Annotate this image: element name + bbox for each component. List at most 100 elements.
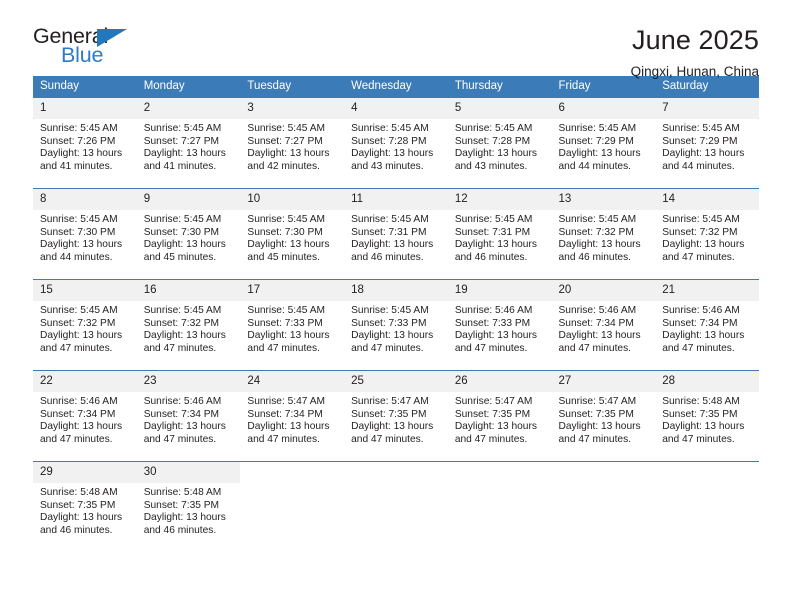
calendar-day-cell[interactable]: 21 Sunrise: 5:46 AM Sunset: 7:34 PM Dayli… xyxy=(655,278,759,361)
calendar-day-cell-empty xyxy=(655,460,759,543)
day-number: 27 xyxy=(551,370,656,393)
calendar-day-cell[interactable]: 25 Sunrise: 5:47 AM Sunset: 7:35 PM Dayli… xyxy=(344,369,448,452)
week-spacer-cell xyxy=(33,178,759,189)
calendar-day-cell[interactable]: 16 Sunrise: 5:45 AM Sunset: 7:32 PM Dayli… xyxy=(136,278,241,361)
calendar-week-row: 22 Sunrise: 5:46 AM Sunset: 7:34 PM Dayli… xyxy=(33,369,759,452)
weekday-header-wednesday: Wednesday xyxy=(344,76,448,98)
calendar-day-cell[interactable]: 17 Sunrise: 5:45 AM Sunset: 7:33 PM Dayli… xyxy=(240,278,345,361)
weekday-header-monday: Monday xyxy=(136,76,241,98)
day-sun-info: Sunrise: 5:47 AM Sunset: 7:35 PM Dayligh… xyxy=(351,396,434,446)
day-sun-info: Sunrise: 5:47 AM Sunset: 7:35 PM Dayligh… xyxy=(454,396,537,446)
calendar-day-cell[interactable]: 30 Sunrise: 5:48 AM Sunset: 7:35 PM Dayli… xyxy=(136,460,241,543)
calendar-day-cell[interactable]: 20 Sunrise: 5:46 AM Sunset: 7:34 PM Dayli… xyxy=(551,278,656,361)
week-spacer xyxy=(33,360,759,371)
calendar-day-cell-empty xyxy=(447,460,552,543)
week-spacer xyxy=(33,269,759,280)
day-sun-info: Sunrise: 5:45 AM Sunset: 7:30 PM Dayligh… xyxy=(247,214,330,264)
day-sun-info xyxy=(448,482,552,486)
calendar-day-cell[interactable]: 14 Sunrise: 5:45 AM Sunset: 7:32 PM Dayli… xyxy=(655,187,759,270)
day-number: 11 xyxy=(344,188,448,211)
calendar-page: General Blue June 2025 Qingxi, Hunan, Ch… xyxy=(0,0,792,612)
calendar-day-cell[interactable]: 11 Sunrise: 5:45 AM Sunset: 7:31 PM Dayli… xyxy=(344,187,448,270)
day-number: 14 xyxy=(655,188,759,211)
calendar-day-cell[interactable]: 28 Sunrise: 5:48 AM Sunset: 7:35 PM Dayli… xyxy=(655,369,759,452)
day-sun-info: Sunrise: 5:45 AM Sunset: 7:31 PM Dayligh… xyxy=(454,214,537,264)
day-sun-info: Sunrise: 5:45 AM Sunset: 7:30 PM Dayligh… xyxy=(40,214,123,264)
sunrise-sunset-calendar: Sunday Monday Tuesday Wednesday Thursday… xyxy=(33,76,759,543)
day-number: 21 xyxy=(655,279,759,302)
day-number: 19 xyxy=(447,279,552,302)
day-sun-info: Sunrise: 5:45 AM Sunset: 7:31 PM Dayligh… xyxy=(351,214,434,264)
calendar-day-cell[interactable]: 9 Sunrise: 5:45 AM Sunset: 7:30 PM Daylig… xyxy=(136,187,241,270)
calendar-day-cell[interactable]: 24 Sunrise: 5:47 AM Sunset: 7:34 PM Dayli… xyxy=(240,369,345,452)
calendar-day-cell[interactable]: 19 Sunrise: 5:46 AM Sunset: 7:33 PM Dayli… xyxy=(447,278,552,361)
location-subtitle: Qingxi, Hunan, China xyxy=(630,63,759,79)
calendar-day-cell[interactable]: 5 Sunrise: 5:45 AM Sunset: 7:28 PM Daylig… xyxy=(447,97,552,179)
day-number xyxy=(551,461,656,482)
weekday-header-sunday: Sunday xyxy=(33,76,137,98)
day-number: 15 xyxy=(33,279,137,302)
week-spacer xyxy=(33,178,759,189)
calendar-day-cell[interactable]: 12 Sunrise: 5:45 AM Sunset: 7:31 PM Dayli… xyxy=(447,187,552,270)
calendar-day-cell[interactable]: 8 Sunrise: 5:45 AM Sunset: 7:30 PM Daylig… xyxy=(33,187,137,270)
calendar-day-cell[interactable]: 23 Sunrise: 5:46 AM Sunset: 7:34 PM Dayli… xyxy=(136,369,241,452)
day-sun-info: Sunrise: 5:46 AM Sunset: 7:34 PM Dayligh… xyxy=(558,305,641,355)
day-sun-info xyxy=(344,482,448,486)
day-number: 8 xyxy=(33,188,137,211)
calendar-day-cell[interactable]: 22 Sunrise: 5:46 AM Sunset: 7:34 PM Dayli… xyxy=(33,369,137,452)
day-number: 13 xyxy=(551,188,656,211)
day-number: 6 xyxy=(551,97,656,120)
calendar-day-cell[interactable]: 15 Sunrise: 5:45 AM Sunset: 7:32 PM Dayli… xyxy=(33,278,137,361)
calendar-day-cell[interactable]: 2 Sunrise: 5:45 AM Sunset: 7:27 PM Daylig… xyxy=(136,97,241,179)
day-sun-info xyxy=(552,482,656,486)
day-sun-info: Sunrise: 5:45 AM Sunset: 7:29 PM Dayligh… xyxy=(558,123,641,173)
calendar-day-cell[interactable]: 3 Sunrise: 5:45 AM Sunset: 7:27 PM Daylig… xyxy=(240,97,345,179)
calendar-day-cell[interactable]: 18 Sunrise: 5:45 AM Sunset: 7:33 PM Dayli… xyxy=(344,278,448,361)
calendar-week-row: 8 Sunrise: 5:45 AM Sunset: 7:30 PM Daylig… xyxy=(33,187,759,270)
day-number: 17 xyxy=(240,279,345,302)
weekday-header-tuesday: Tuesday xyxy=(240,76,345,98)
calendar-day-cell[interactable]: 6 Sunrise: 5:45 AM Sunset: 7:29 PM Daylig… xyxy=(551,97,656,179)
day-sun-info: Sunrise: 5:45 AM Sunset: 7:33 PM Dayligh… xyxy=(351,305,434,355)
day-number: 10 xyxy=(240,188,345,211)
calendar-day-cell[interactable]: 10 Sunrise: 5:45 AM Sunset: 7:30 PM Dayli… xyxy=(240,187,345,270)
calendar-day-cell[interactable]: 26 Sunrise: 5:47 AM Sunset: 7:35 PM Dayli… xyxy=(447,369,552,452)
calendar-day-cell[interactable]: 1 Sunrise: 5:45 AM Sunset: 7:26 PM Daylig… xyxy=(33,97,137,179)
calendar-day-cell[interactable]: 29 Sunrise: 5:48 AM Sunset: 7:35 PM Dayli… xyxy=(33,460,137,543)
day-number xyxy=(655,461,759,482)
title-block: June 2025 Qingxi, Hunan, China xyxy=(630,25,759,80)
day-number: 9 xyxy=(136,188,241,211)
day-number: 12 xyxy=(447,188,552,211)
calendar-day-cell[interactable]: 4 Sunrise: 5:45 AM Sunset: 7:28 PM Daylig… xyxy=(344,97,448,179)
page-title: June 2025 xyxy=(631,25,759,55)
day-sun-info: Sunrise: 5:46 AM Sunset: 7:34 PM Dayligh… xyxy=(40,396,123,446)
day-sun-info: Sunrise: 5:45 AM Sunset: 7:30 PM Dayligh… xyxy=(143,214,226,264)
day-sun-info: Sunrise: 5:47 AM Sunset: 7:35 PM Dayligh… xyxy=(558,396,641,446)
day-number: 23 xyxy=(136,370,241,393)
calendar-body: 1 Sunrise: 5:45 AM Sunset: 7:26 PM Daylig… xyxy=(33,97,759,543)
day-number xyxy=(447,461,552,482)
calendar-day-cell-empty xyxy=(240,460,345,543)
day-sun-info: Sunrise: 5:45 AM Sunset: 7:26 PM Dayligh… xyxy=(40,123,123,173)
day-sun-info xyxy=(655,482,759,486)
logo-text-blue: Blue xyxy=(61,43,104,67)
day-sun-info: Sunrise: 5:48 AM Sunset: 7:35 PM Dayligh… xyxy=(40,487,123,537)
day-sun-info xyxy=(240,482,344,486)
day-number: 28 xyxy=(655,370,759,393)
calendar-day-cell[interactable]: 27 Sunrise: 5:47 AM Sunset: 7:35 PM Dayli… xyxy=(551,369,656,452)
day-number: 5 xyxy=(447,97,552,120)
calendar-day-cell[interactable]: 13 Sunrise: 5:45 AM Sunset: 7:32 PM Dayli… xyxy=(551,187,656,270)
day-sun-info: Sunrise: 5:45 AM Sunset: 7:33 PM Dayligh… xyxy=(247,305,330,355)
general-blue-logo[interactable]: General Blue xyxy=(33,25,139,72)
day-sun-info: Sunrise: 5:47 AM Sunset: 7:34 PM Dayligh… xyxy=(247,396,330,446)
calendar-week-row: 29 Sunrise: 5:48 AM Sunset: 7:35 PM Dayli… xyxy=(33,460,759,543)
day-number: 4 xyxy=(344,97,448,120)
day-number: 26 xyxy=(447,370,552,393)
calendar-week-row: 1 Sunrise: 5:45 AM Sunset: 7:26 PM Daylig… xyxy=(33,97,759,179)
day-sun-info: Sunrise: 5:45 AM Sunset: 7:28 PM Dayligh… xyxy=(454,123,537,173)
calendar-day-cell-empty xyxy=(344,460,448,543)
day-number xyxy=(240,461,345,482)
week-spacer xyxy=(33,451,759,462)
day-number: 24 xyxy=(240,370,345,393)
calendar-day-cell[interactable]: 7 Sunrise: 5:45 AM Sunset: 7:29 PM Daylig… xyxy=(655,97,759,179)
